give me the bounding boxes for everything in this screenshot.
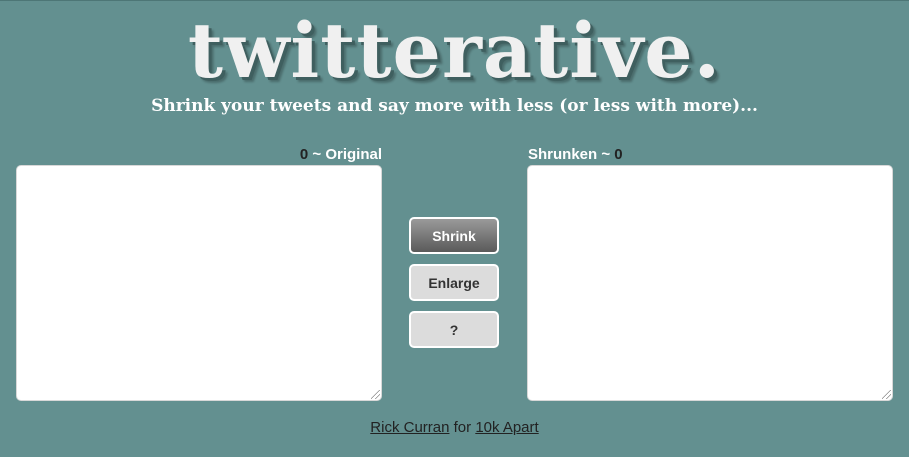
original-char-count: 0	[299, 146, 309, 163]
author-link[interactable]: Rick Curran	[370, 419, 449, 436]
site-logo: twitterative.	[187, 6, 722, 95]
shrunken-char-count: 0	[614, 146, 623, 163]
original-label-text: ~ Original	[308, 146, 382, 163]
enlarge-button[interactable]: Enlarge	[409, 264, 499, 301]
footer-for-text: for	[449, 419, 476, 436]
help-button[interactable]: ?	[409, 311, 499, 348]
shrunken-label-text: Shrunken ~	[528, 146, 615, 163]
tagline: Shrink your tweets and say more with les…	[151, 96, 758, 116]
shrink-button[interactable]: Shrink	[409, 217, 499, 254]
top-border	[0, 0, 909, 1]
shrunken-textarea[interactable]	[527, 165, 893, 401]
original-label: 0 ~ Original	[300, 146, 382, 163]
footer-credits: Rick Curran for 10k Apart	[0, 419, 909, 436]
event-link[interactable]: 10k Apart	[475, 419, 538, 436]
shrunken-label: Shrunken ~ 0	[528, 146, 623, 163]
original-textarea[interactable]	[16, 165, 382, 401]
